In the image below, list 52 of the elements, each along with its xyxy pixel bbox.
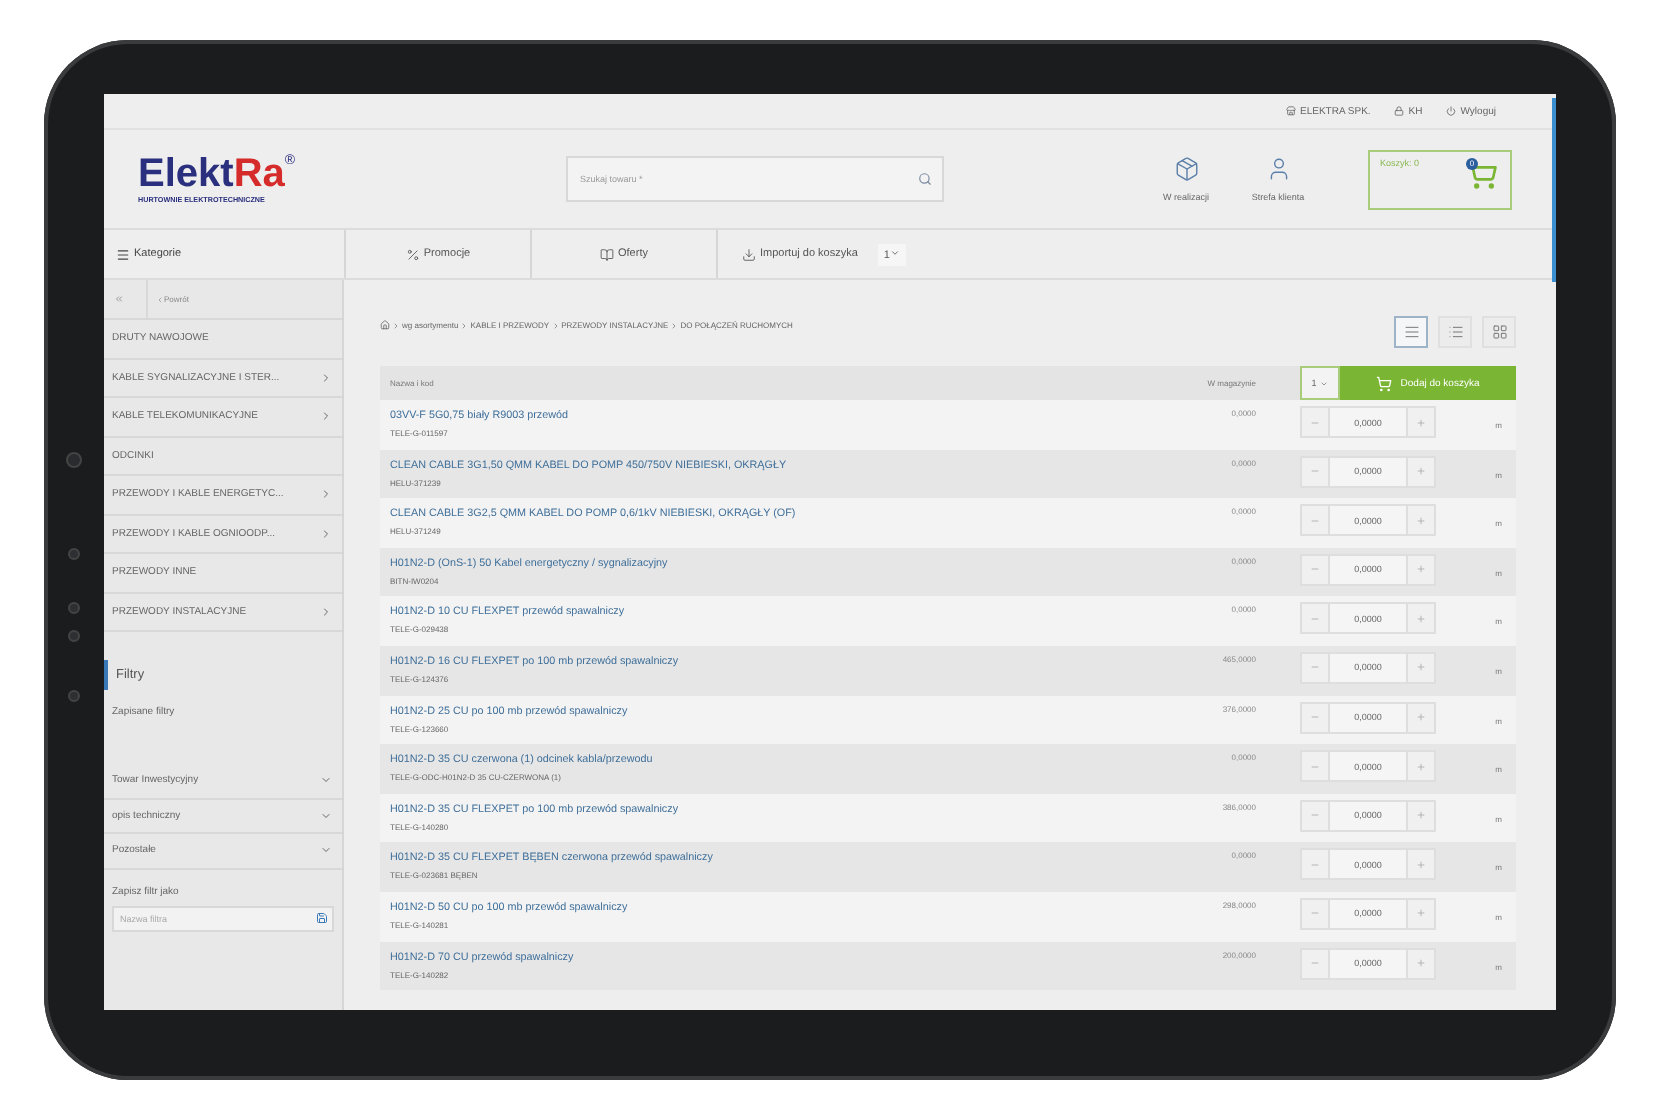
plus-icon (1416, 810, 1426, 821)
logo-wordmark: ElektRa (138, 154, 285, 194)
plus-icon (1416, 908, 1426, 919)
plus-icon (1416, 417, 1426, 427)
compact-list-icon (1447, 324, 1463, 340)
chevron-down-icon (320, 774, 332, 787)
minus-icon (1310, 712, 1320, 723)
minus-icon (1310, 761, 1320, 772)
chevron-down-icon (320, 809, 332, 822)
menu-icon (116, 247, 130, 261)
minus-icon (1310, 613, 1320, 624)
minus-icon (1310, 908, 1320, 919)
bezel-dot-icon (68, 630, 80, 642)
bezel-dot-icon (68, 602, 80, 614)
minus-icon (1310, 515, 1320, 526)
box-icon (1173, 156, 1199, 182)
chevron-down-icon (320, 844, 332, 857)
search-icon[interactable] (918, 172, 932, 186)
plus-icon (1416, 613, 1426, 624)
chevron-down-icon (889, 247, 900, 257)
percent-icon (405, 247, 420, 261)
minus-icon (1310, 466, 1320, 477)
cart-icon (1376, 375, 1393, 391)
double-chevron-left-icon (114, 294, 124, 304)
download-icon (742, 247, 756, 261)
plus-icon (1416, 662, 1426, 673)
bezel-dot-icon (68, 690, 80, 702)
store-icon (1286, 106, 1296, 116)
minus-icon (1310, 958, 1320, 969)
user-icon (1265, 156, 1291, 182)
save-icon[interactable] (316, 912, 328, 924)
plus-icon (1416, 564, 1426, 575)
grid-view-icon (1491, 324, 1507, 340)
power-icon (1446, 106, 1457, 116)
list-view-icon (1403, 324, 1419, 340)
minus-icon (1310, 662, 1320, 673)
bezel-dot-icon (68, 548, 80, 560)
camera-icon (66, 452, 82, 468)
lock-icon (1394, 106, 1405, 116)
minus-icon (1310, 810, 1320, 821)
view-toggle[interactable] (1394, 316, 1428, 348)
minus-icon (1310, 859, 1320, 870)
plus-icon (1416, 859, 1426, 870)
home-icon[interactable] (380, 320, 390, 330)
plus-icon (1416, 761, 1426, 772)
plus-icon (1416, 515, 1426, 526)
minus-icon (1310, 417, 1320, 427)
plus-icon (1416, 712, 1426, 723)
plus-icon (1416, 958, 1426, 969)
plus-icon (1416, 466, 1426, 477)
open-book-icon (600, 247, 614, 261)
minus-icon (1310, 564, 1320, 575)
